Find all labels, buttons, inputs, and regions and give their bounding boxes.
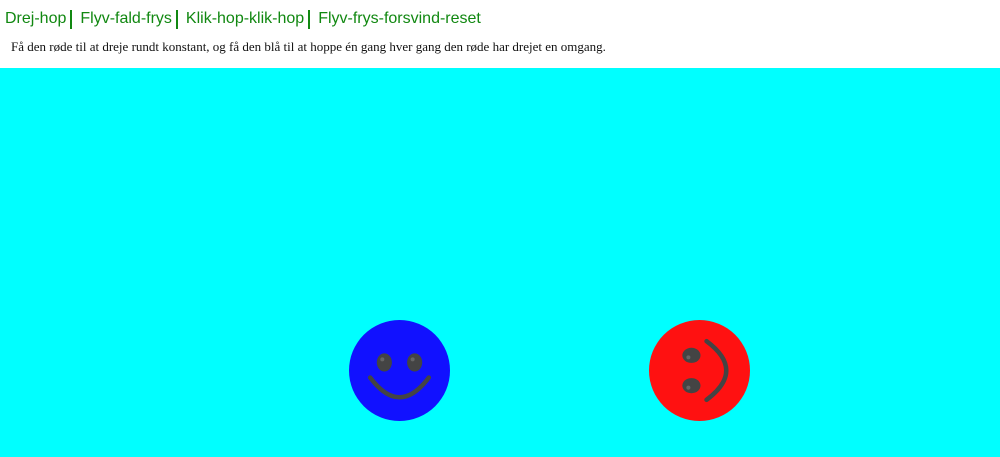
nav-separator: [70, 9, 73, 29]
smiley-face-icon: [649, 320, 750, 421]
nav-link-flyv-frys-forsvind-reset[interactable]: Flyv-frys-forsvind-reset: [318, 10, 481, 28]
smiley-face-icon: [349, 320, 450, 421]
task-instruction: Få den røde til at dreje rundt konstant,…: [11, 39, 606, 54]
demo-nav: Drej-hop Flyv-fald-frys Klik-hop-klik-ho…: [5, 8, 481, 30]
nav-separator: [175, 9, 178, 29]
nav-separator: [308, 9, 311, 29]
nav-link-flyv-fald-frys[interactable]: Flyv-fald-frys: [80, 10, 172, 28]
nav-link-drej-hop[interactable]: Drej-hop: [5, 10, 66, 28]
blue-smiley-sprite[interactable]: [349, 320, 450, 421]
nav-link-klik-hop-klik-hop[interactable]: Klik-hop-klik-hop: [186, 10, 304, 28]
red-smiley-sprite[interactable]: [649, 320, 750, 421]
animation-stage: [0, 68, 1000, 457]
